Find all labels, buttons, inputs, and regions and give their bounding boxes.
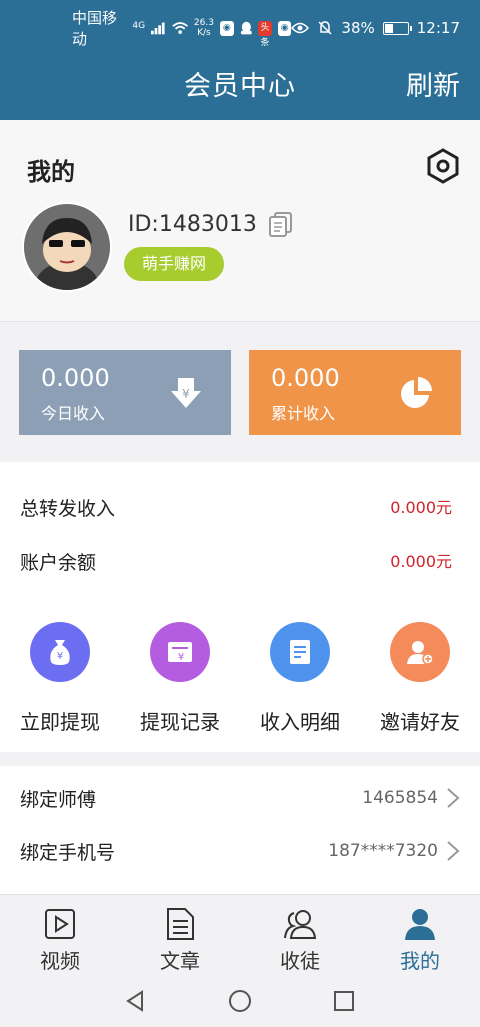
system-nav-bar <box>0 974 480 1027</box>
today-income-card[interactable]: 0.000 今日收入 ¥ <box>19 350 231 435</box>
balance-row: 账户余额 0.000元 <box>20 548 452 575</box>
document-icon <box>270 622 330 682</box>
battery-icon <box>382 21 412 35</box>
profile-section: 我的 ID:1483013 萌手赚网 <box>0 120 480 322</box>
bind-phone-value: 187****7320 <box>328 841 438 861</box>
wifi-icon <box>171 22 188 34</box>
income-details-label: 收入明细 <box>260 710 340 734</box>
carrier-label: 中国移动 <box>72 9 118 48</box>
forward-income-value: 0.000元 <box>390 498 452 517</box>
svg-text:¥: ¥ <box>178 652 184 663</box>
bind-phone-label: 绑定手机号 <box>20 841 116 864</box>
tab-video-label: 视频 <box>40 949 80 973</box>
article-icon <box>167 908 194 940</box>
balance-label: 账户余额 <box>20 552 97 574</box>
toutiao-icon: 头条 <box>258 20 272 48</box>
back-icon[interactable] <box>124 989 148 1013</box>
signal-icon <box>151 22 165 35</box>
withdraw-records-button[interactable]: ¥ 提现记录 <box>120 622 240 735</box>
eye-icon <box>291 22 310 34</box>
bind-master-label: 绑定师傅 <box>20 788 97 811</box>
title-bar: 会员中心 刷新 <box>0 56 480 120</box>
avatar[interactable] <box>22 202 112 292</box>
app-notification-icon: ◉ <box>219 20 234 36</box>
svg-text:¥: ¥ <box>57 651 63 662</box>
withdraw-label: 立即提现 <box>20 710 100 734</box>
tab-disciples-label: 收徒 <box>280 949 320 973</box>
app-header: 中国移动 4G 26.3 K/s ◉ 头条 ◉ 38% 12:17 会员中心 刷新 <box>0 0 480 120</box>
user-id: ID:1483013 <box>128 211 257 237</box>
bind-master-row[interactable]: 绑定师傅 1465854 <box>20 778 460 818</box>
battery-percent: 38% <box>341 19 375 37</box>
withdraw-button[interactable]: ¥ 立即提现 <box>0 622 120 735</box>
forward-income-row: 总转发收入 0.000元 <box>20 494 452 521</box>
home-icon[interactable] <box>228 989 252 1013</box>
video-icon <box>45 909 75 939</box>
app-notification-icon-2: ◉ <box>277 20 292 36</box>
bottom-tab-bar: 视频 文章 收徒 我的 <box>0 894 480 974</box>
bind-master-value: 1465854 <box>362 788 438 808</box>
settings-icon[interactable] <box>426 148 460 184</box>
person-icon <box>405 909 435 940</box>
chevron-right-icon <box>447 788 460 808</box>
forward-income-label: 总转发收入 <box>20 498 116 520</box>
tab-article[interactable]: 文章 <box>120 895 240 974</box>
user-id-row: ID:1483013 <box>128 210 295 238</box>
pie-chart-icon <box>401 377 432 408</box>
total-income-label: 累计收入 <box>271 404 336 423</box>
download-yuan-icon: ¥ <box>171 378 201 408</box>
clock: 12:17 <box>416 19 460 37</box>
recents-icon[interactable] <box>332 989 356 1013</box>
total-income-card[interactable]: 0.000 累计收入 <box>249 350 461 435</box>
money-bag-icon: ¥ <box>30 622 90 682</box>
tab-mine-label: 我的 <box>400 949 440 973</box>
tab-article-label: 文章 <box>160 949 200 973</box>
tab-video[interactable]: 视频 <box>0 895 120 974</box>
total-income-value: 0.000 <box>271 364 340 392</box>
today-income-label: 今日收入 <box>41 404 106 423</box>
tab-disciples[interactable]: 收徒 <box>240 895 360 974</box>
refresh-button[interactable]: 刷新 <box>406 64 460 103</box>
status-bar: 中国移动 4G 26.3 K/s ◉ 头条 ◉ 38% 12:17 <box>0 0 480 56</box>
income-summary: 总转发收入 0.000元 账户余额 0.000元 ¥ 立即提现 ¥ 提现记录 收… <box>0 462 480 752</box>
invite-friends-label: 邀请好友 <box>380 710 460 734</box>
users-icon <box>284 910 317 939</box>
invite-friends-button[interactable]: 邀请好友 <box>360 622 480 735</box>
tab-mine[interactable]: 我的 <box>360 895 480 974</box>
mute-bell-icon <box>318 21 332 35</box>
withdraw-records-label: 提现记录 <box>140 710 220 734</box>
balance-value: 0.000元 <box>390 552 452 571</box>
income-details-button[interactable]: 收入明细 <box>240 622 360 735</box>
qq-icon <box>240 21 252 34</box>
add-user-icon <box>390 622 450 682</box>
section-title: 我的 <box>27 158 75 186</box>
chevron-right-icon <box>447 841 460 861</box>
action-grid: ¥ 立即提现 ¥ 提现记录 收入明细 邀请好友 <box>0 622 480 735</box>
income-cards: 0.000 今日收入 ¥ 0.000 累计收入 <box>0 322 480 462</box>
today-income-value: 0.000 <box>41 364 110 392</box>
binding-list: 绑定师傅 1465854 绑定手机号 187****7320 <box>0 766 480 894</box>
bind-phone-row[interactable]: 绑定手机号 187****7320 <box>20 831 460 871</box>
net-speed: 26.3 K/s <box>193 18 214 38</box>
user-tag: 萌手赚网 <box>124 247 225 281</box>
receipt-icon: ¥ <box>150 622 210 682</box>
copy-icon[interactable] <box>267 210 295 238</box>
signal-tag: 4G <box>132 21 146 31</box>
svg-text:¥: ¥ <box>182 387 190 401</box>
